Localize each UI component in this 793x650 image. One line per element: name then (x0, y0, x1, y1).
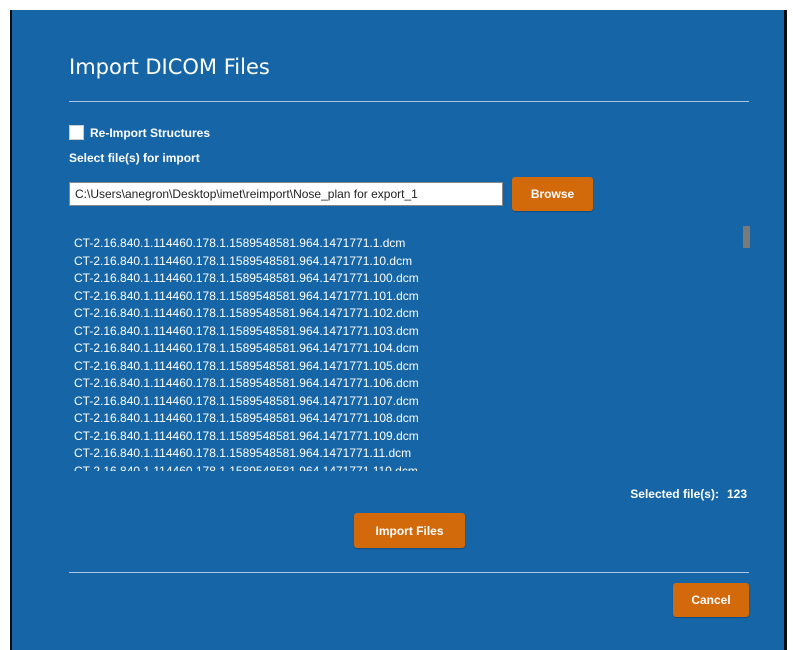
file-list-item[interactable]: CT-2.16.840.1.114460.178.1.1589548581.96… (74, 288, 749, 306)
file-list-item[interactable]: CT-2.16.840.1.114460.178.1.1589548581.96… (74, 393, 749, 411)
browse-button[interactable]: Browse (512, 177, 593, 211)
selected-files-count: Selected file(s): 123 (630, 487, 747, 501)
file-list-item[interactable]: CT-2.16.840.1.114460.178.1.1589548581.96… (74, 235, 749, 253)
file-list[interactable]: CT-2.16.840.1.114460.178.1.1589548581.96… (69, 235, 749, 471)
selected-files-value: 123 (726, 487, 747, 501)
file-list-items: CT-2.16.840.1.114460.178.1.1589548581.96… (69, 235, 749, 471)
import-dicom-dialog: Import DICOM Files Re-Import Structures … (10, 10, 787, 650)
file-list-item[interactable]: CT-2.16.840.1.114460.178.1.1589548581.96… (74, 358, 749, 376)
reimport-structures-row[interactable]: Re-Import Structures (69, 125, 210, 140)
file-list-item[interactable]: CT-2.16.840.1.114460.178.1.1589548581.96… (74, 323, 749, 341)
file-list-item[interactable]: CT-2.16.840.1.114460.178.1.1589548581.96… (74, 375, 749, 393)
file-list-item[interactable]: CT-2.16.840.1.114460.178.1.1589548581.96… (74, 305, 749, 323)
reimport-structures-checkbox[interactable] (69, 125, 84, 140)
file-list-item[interactable]: CT-2.16.840.1.114460.178.1.1589548581.96… (74, 445, 749, 463)
dialog-title: Import DICOM Files (69, 55, 270, 79)
selected-files-label: Selected file(s): (630, 487, 719, 501)
file-list-item[interactable]: CT-2.16.840.1.114460.178.1.1589548581.96… (74, 270, 749, 288)
import-files-button[interactable]: Import Files (354, 513, 465, 548)
file-path-input[interactable] (69, 182, 503, 206)
footer-divider (69, 572, 749, 573)
file-list-scrollbar[interactable] (743, 226, 750, 248)
select-files-label: Select file(s) for import (69, 151, 200, 165)
title-divider (69, 101, 749, 102)
file-list-item[interactable]: CT-2.16.840.1.114460.178.1.1589548581.96… (74, 253, 749, 271)
cancel-button[interactable]: Cancel (673, 583, 749, 617)
file-list-item[interactable]: CT-2.16.840.1.114460.178.1.1589548581.96… (74, 428, 749, 446)
file-list-item[interactable]: CT-2.16.840.1.114460.178.1.1589548581.96… (74, 410, 749, 428)
file-list-item[interactable]: CT-2.16.840.1.114460.178.1.1589548581.96… (74, 340, 749, 358)
reimport-structures-label: Re-Import Structures (90, 125, 211, 140)
file-list-item[interactable]: CT-2.16.840.1.114460.178.1.1589548581.96… (74, 463, 749, 472)
